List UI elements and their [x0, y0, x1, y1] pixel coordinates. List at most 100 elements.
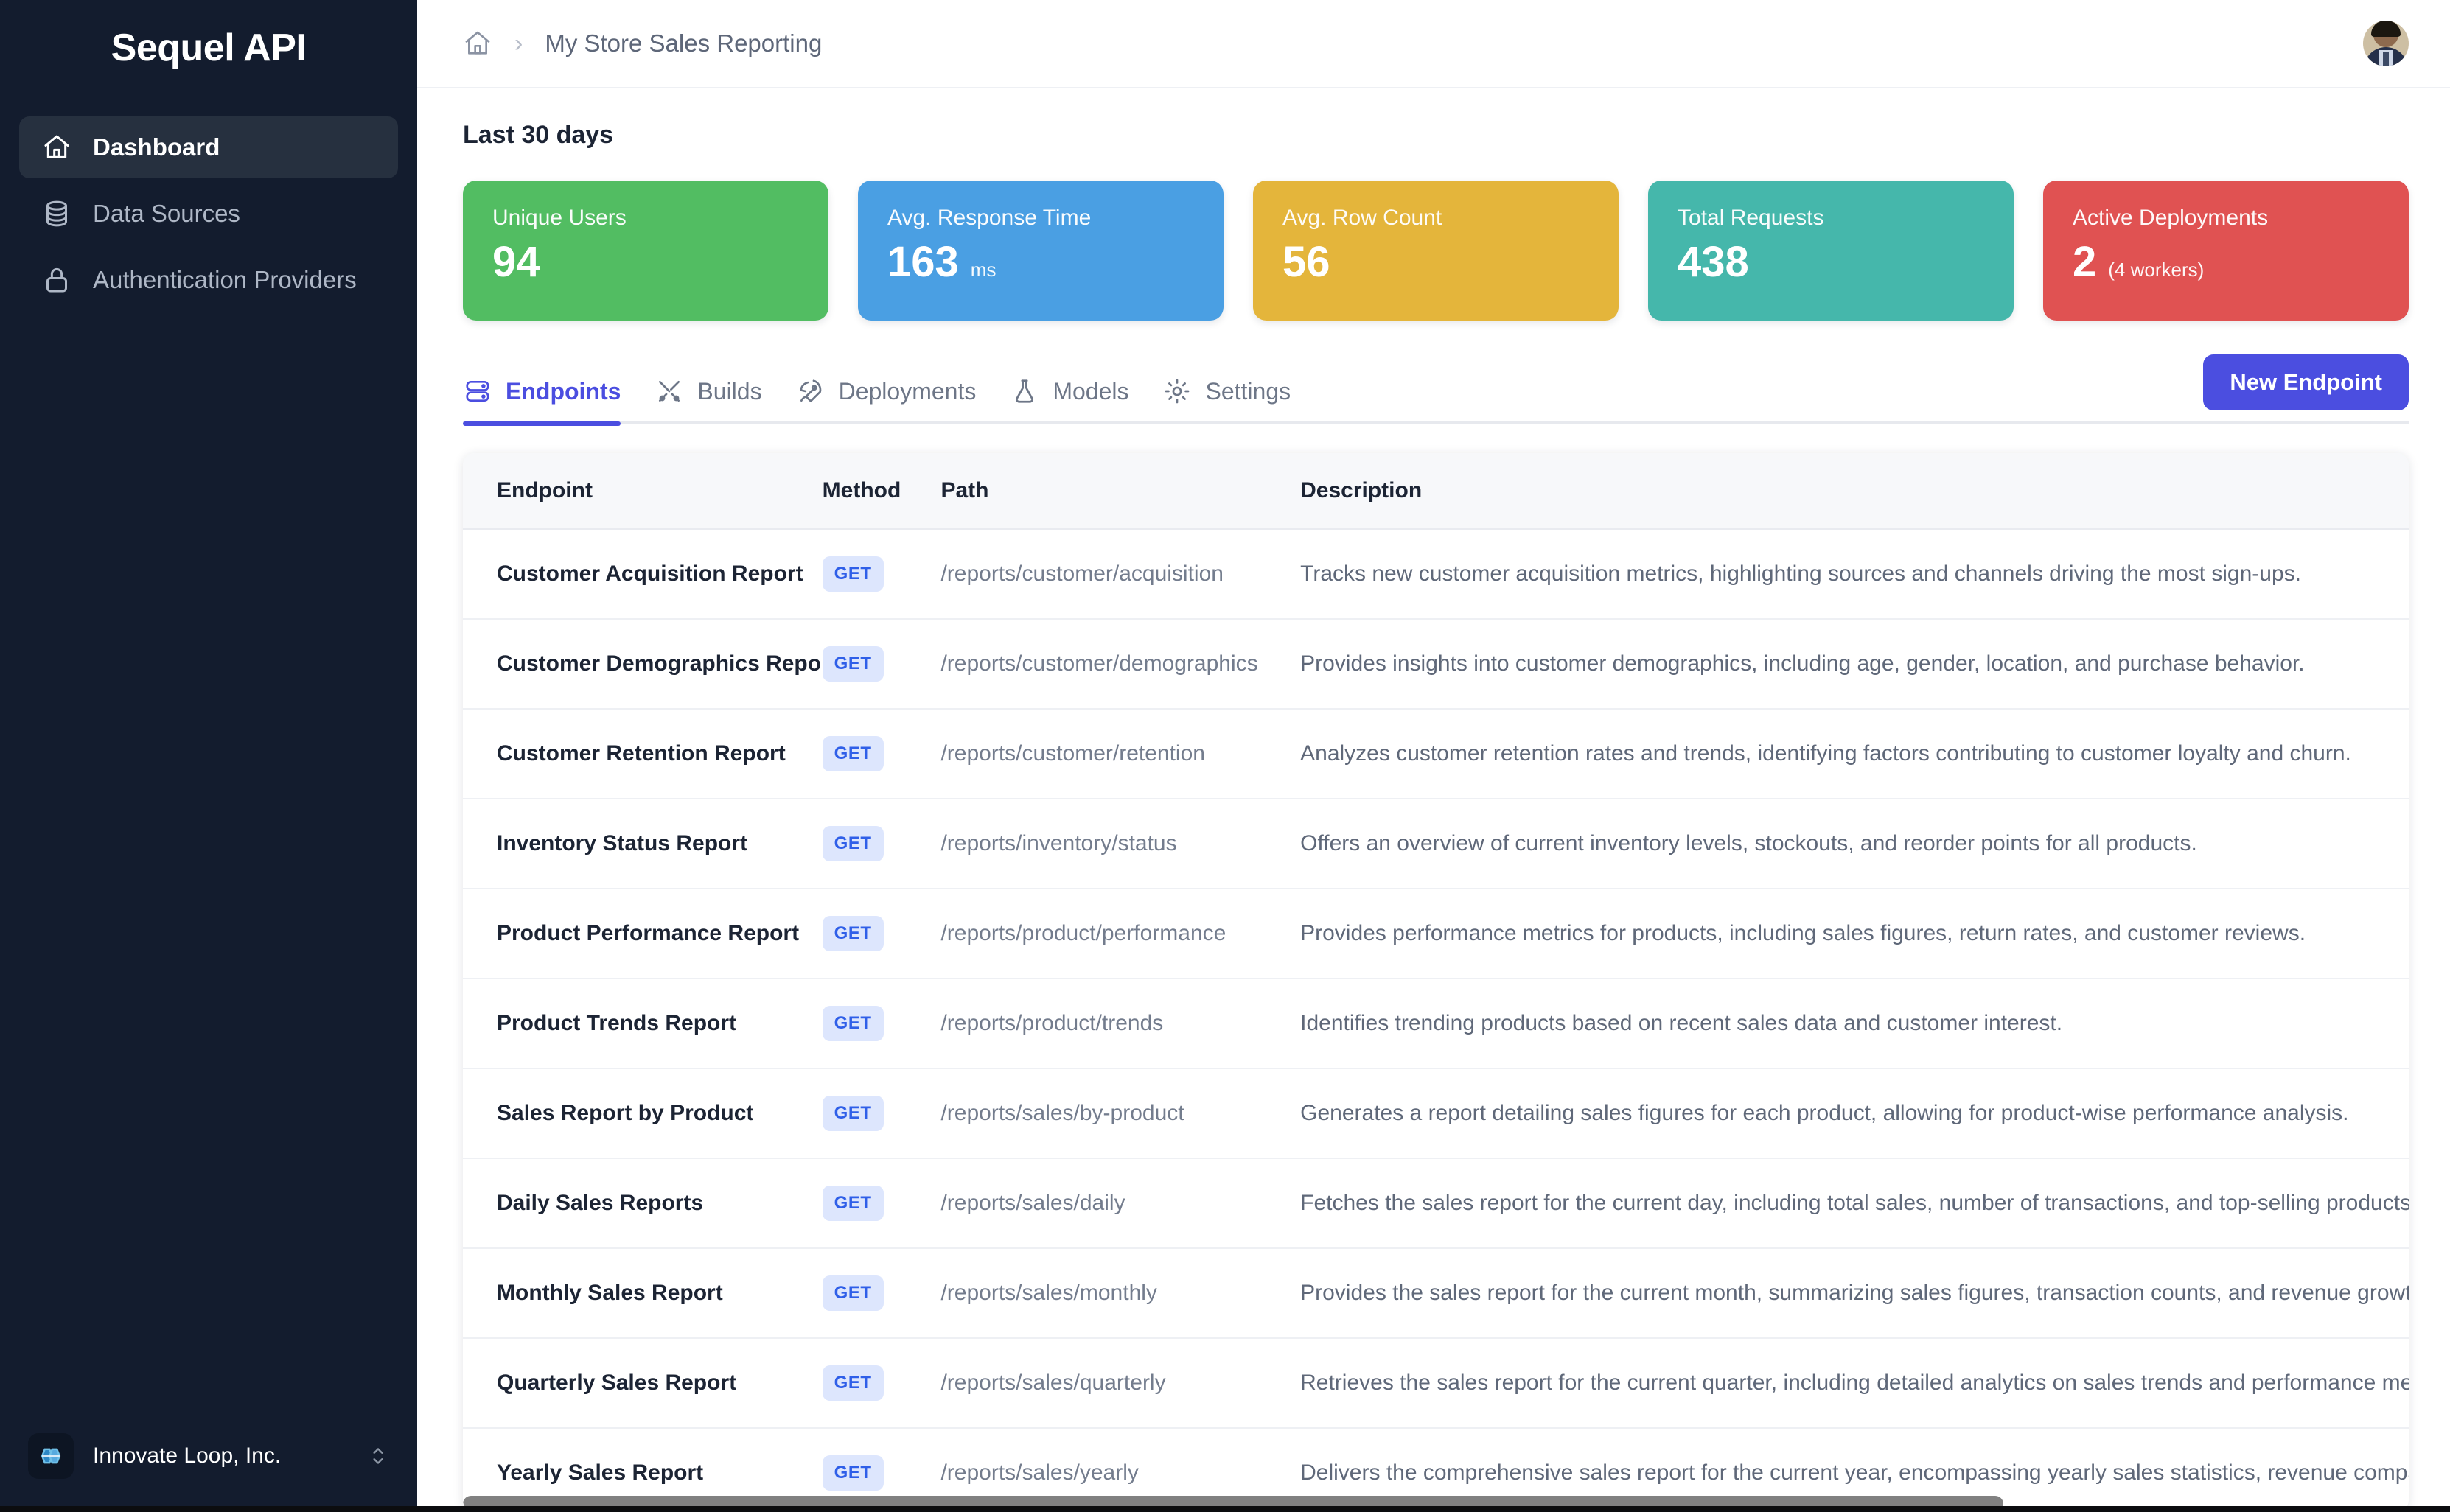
cell-endpoint: Customer Demographics Report — [463, 619, 837, 710]
sidebar-item-dashboard[interactable]: Dashboard — [19, 116, 398, 178]
bottom-edge — [0, 1506, 2450, 1512]
tab-label: Deployments — [838, 377, 977, 405]
topbar: › My Store Sales Reporting — [417, 0, 2450, 88]
tabs: Endpoints Builds Deployments Models Sett… — [463, 377, 2203, 426]
dashboard-content: Last 30 days Unique Users 94 Avg. Respon… — [417, 88, 2450, 1512]
stat-card-avg-response-time: Avg. Response Time 163 ms — [858, 181, 1224, 321]
cell-endpoint: Monthly Sales Report — [463, 1248, 823, 1339]
table-body: Customer Acquisition Report GET/reports/c… — [463, 529, 2409, 1512]
table-row[interactable]: Customer Acquisition Report GET/reports/c… — [463, 529, 2409, 620]
cell-path: /reports/sales/daily — [940, 1158, 1301, 1249]
chevron-up-down-icon[interactable] — [367, 1444, 389, 1468]
stat-card-avg-row-count: Avg. Row Count 56 — [1253, 181, 1619, 321]
stat-card-value: 163 — [887, 238, 959, 286]
method-badge: GET — [822, 1365, 884, 1401]
column-header-method[interactable]: Method — [822, 453, 941, 530]
tab-label: Settings — [1205, 377, 1291, 405]
table-row[interactable]: Monthly Sales Report GET/reports/sales/mo… — [463, 1248, 2409, 1339]
cell-description: Analyzes customer retention rates and tr… — [1300, 709, 2409, 799]
cell-endpoint: Quarterly Sales Report — [463, 1338, 823, 1429]
stat-card-label: Total Requests — [1678, 206, 1824, 230]
avatar[interactable] — [2363, 21, 2409, 66]
breadcrumb: › My Store Sales Reporting — [463, 29, 2363, 58]
tab-label: Models — [1053, 377, 1129, 405]
method-badge: GET — [822, 1455, 884, 1491]
flask-icon — [1010, 377, 1039, 406]
table-row[interactable]: Daily Sales Reports GET/reports/sales/dai… — [463, 1158, 2409, 1249]
brand: Sequel API — [0, 0, 417, 96]
cell-description: Offers an overview of current inventory … — [1300, 799, 2409, 889]
cell-method: GET — [822, 1248, 941, 1339]
cell-description: Provides the sales report for the curren… — [1300, 1248, 2409, 1339]
cell-description: Fetches the sales report for the current… — [1300, 1158, 2409, 1249]
org-switcher[interactable]: Innovate Loop, Inc. — [0, 1400, 417, 1512]
tab-label: Endpoints — [506, 377, 621, 405]
table-row[interactable]: Product Performance Report GET/reports/pr… — [463, 889, 2409, 979]
method-badge: GET — [822, 1275, 884, 1311]
stat-card-value: 438 — [1678, 238, 1749, 286]
cell-method: GET — [822, 889, 941, 979]
tab-deployments[interactable]: Deployments — [787, 377, 1002, 424]
page-title: My Store Sales Reporting — [545, 29, 823, 57]
table-row[interactable]: Quarterly Sales Report GET/reports/sales/… — [463, 1338, 2409, 1429]
cell-method: GET — [822, 799, 941, 889]
endpoints-table-container[interactable]: Endpoint Method Path Description Custome… — [463, 453, 2409, 1512]
tab-builds[interactable]: Builds — [646, 377, 786, 424]
cell-path: /reports/sales/by-product — [940, 1068, 1301, 1159]
new-endpoint-button[interactable]: New Endpoint — [2203, 354, 2409, 410]
stat-card-value: 94 — [492, 238, 540, 286]
cell-path: /reports/customer/retention — [940, 709, 1301, 799]
stat-card-label: Avg. Response Time — [887, 206, 1092, 230]
home-icon[interactable] — [463, 29, 492, 58]
stat-card-unit: (4 workers) — [2108, 259, 2205, 281]
column-header-description[interactable]: Description — [1300, 453, 2409, 530]
brand-title: Sequel API — [111, 27, 307, 69]
main-area: › My Store Sales Reporting Last 30 days … — [417, 0, 2450, 1512]
cell-endpoint: Inventory Status Report — [463, 799, 823, 889]
cell-method: GET — [822, 709, 941, 799]
method-badge: GET — [822, 1186, 884, 1221]
table-row[interactable]: Customer Demographics Report GET/reports/… — [463, 619, 2409, 710]
column-header-endpoint[interactable]: Endpoint — [463, 453, 823, 530]
sidebar-nav: Dashboard Data Sources Authentication Pr… — [0, 116, 417, 311]
method-badge: GET — [822, 826, 884, 861]
cell-path: /reports/inventory/status — [940, 799, 1301, 889]
table-head: Endpoint Method Path Description — [463, 453, 2409, 530]
cell-path: /reports/customer/demographics — [940, 619, 1301, 710]
column-header-path[interactable]: Path — [940, 453, 1301, 530]
method-badge: GET — [822, 1096, 884, 1131]
cell-endpoint: Customer Retention Report — [463, 709, 823, 799]
table-row[interactable]: Sales Report by Product GET/reports/sales… — [463, 1068, 2409, 1159]
period-label: Last 30 days — [463, 121, 614, 149]
tab-endpoints[interactable]: Endpoints — [463, 377, 646, 426]
table-row[interactable]: Inventory Status Report GET/reports/inven… — [463, 799, 2409, 889]
app-root: Sequel API Dashboard Data Sources Authen… — [0, 0, 2450, 1512]
cell-path: /reports/sales/quarterly — [940, 1338, 1301, 1429]
org-name: Innovate Loop, Inc. — [93, 1443, 282, 1468]
server-stack-icon — [463, 377, 492, 406]
sidebar-item-authentication-providers[interactable]: Authentication Providers — [19, 249, 398, 311]
tab-settings[interactable]: Settings — [1154, 377, 1316, 424]
method-badge: GET — [822, 916, 884, 951]
method-badge: GET — [822, 1006, 884, 1041]
cell-description: Generates a report detailing sales figur… — [1300, 1068, 2409, 1159]
tab-bar: Endpoints Builds Deployments Models Sett… — [463, 354, 2409, 426]
table-row[interactable]: Product Trends Report GET/reports/product… — [463, 979, 2409, 1069]
stat-card-active-deployments: Active Deployments 2 (4 workers) — [2043, 181, 2409, 321]
table-row[interactable]: Customer Retention Report GET/reports/cus… — [463, 709, 2409, 799]
stat-card-label: Avg. Row Count — [1282, 206, 1442, 230]
cell-path: /reports/product/trends — [940, 979, 1301, 1069]
cell-method: GET — [822, 979, 941, 1069]
method-badge: GET — [822, 556, 884, 592]
stat-card-value: 2 — [2073, 238, 2097, 286]
method-badge: GET — [822, 646, 884, 682]
sidebar-item-label: Dashboard — [93, 133, 220, 161]
tab-models[interactable]: Models — [1001, 377, 1154, 424]
sidebar-item-data-sources[interactable]: Data Sources — [19, 183, 398, 245]
stat-card-label: Unique Users — [492, 206, 627, 230]
stat-cards: Unique Users 94 Avg. Response Time 163 m… — [463, 181, 2409, 321]
stat-card-total-requests: Total Requests 438 — [1648, 181, 2014, 321]
cell-path: /reports/customer/acquisition — [940, 529, 1301, 620]
sidebar: Sequel API Dashboard Data Sources Authen… — [0, 0, 417, 1512]
sidebar-item-label: Authentication Providers — [93, 266, 357, 293]
